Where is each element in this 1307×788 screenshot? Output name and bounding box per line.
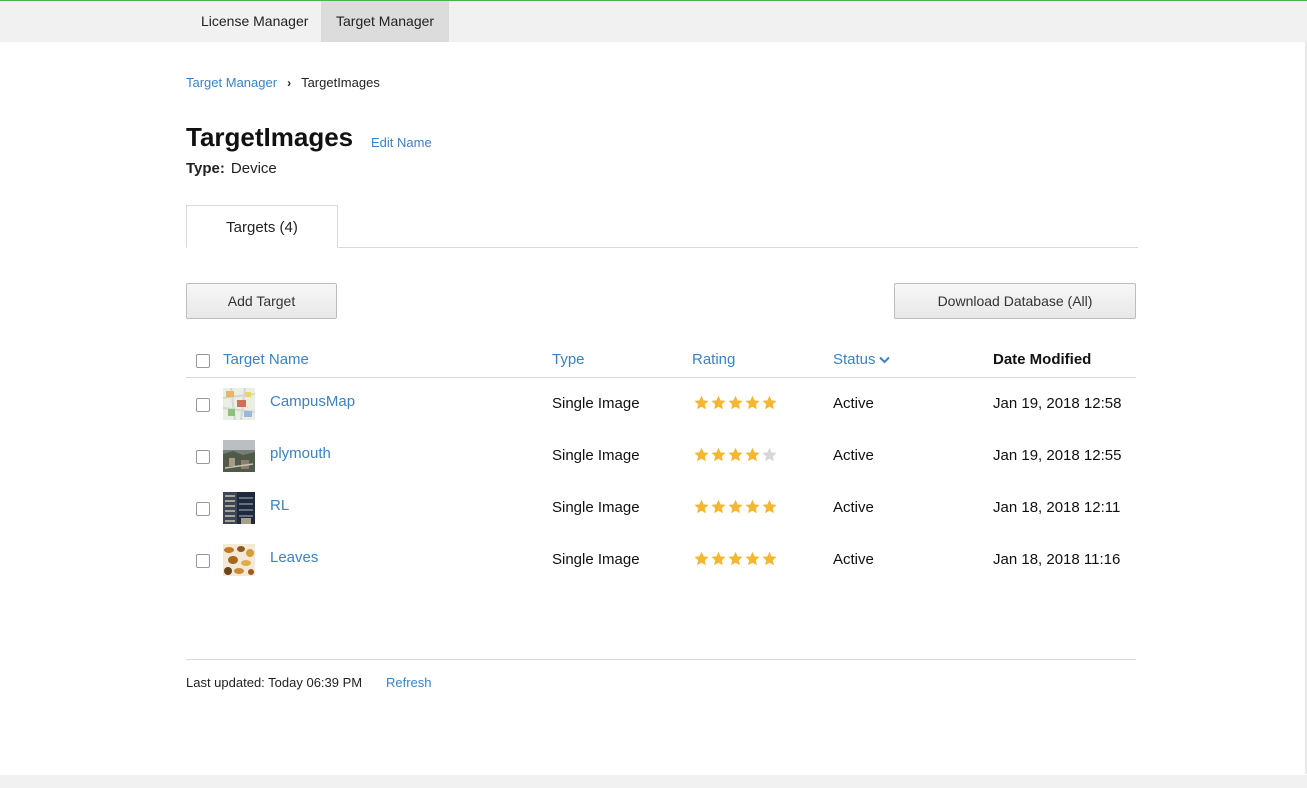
star-filled-icon [762, 395, 777, 410]
column-header-target-name[interactable]: Target Name [223, 351, 309, 368]
target-date-modified: Jan 19, 2018 12:55 [993, 447, 1122, 464]
star-filled-icon [694, 499, 709, 514]
target-status: Active [833, 395, 874, 412]
star-filled-icon [728, 447, 743, 462]
target-name-link[interactable]: plymouth [270, 445, 331, 462]
star-filled-icon [728, 499, 743, 514]
rating-stars [693, 395, 778, 411]
row-checkbox[interactable] [196, 398, 210, 412]
tab-targets[interactable]: Targets (4) [186, 205, 338, 248]
last-updated-text: Last updated: Today 06:39 PM [186, 675, 363, 690]
type-value: Device [230, 160, 277, 177]
top-navigation: License Manager Target Manager [0, 1, 1307, 42]
table-header: Target Name Type Rating Status Date Modi… [186, 342, 1136, 378]
rating-stars [693, 447, 778, 463]
column-header-rating[interactable]: Rating [692, 351, 735, 368]
table-row: RL Single Image Active Jan 18, 2018 12:1… [186, 482, 1136, 534]
target-date-modified: Jan 19, 2018 12:58 [993, 395, 1122, 412]
nav-tab-target-manager[interactable]: Target Manager [321, 1, 450, 42]
target-date-modified: Jan 18, 2018 11:16 [993, 551, 1121, 568]
star-filled-icon [711, 395, 726, 410]
star-filled-icon [762, 551, 777, 566]
target-date-modified: Jan 18, 2018 12:11 [993, 499, 1121, 516]
target-type: Single Image [552, 395, 640, 412]
footer-divider [186, 659, 1136, 660]
rating-stars [693, 499, 778, 515]
breadcrumb-link-target-manager[interactable]: Target Manager [186, 75, 277, 90]
bottom-bar [0, 775, 1307, 788]
target-type: Single Image [552, 551, 640, 568]
star-filled-icon [711, 447, 726, 462]
target-status: Active [833, 447, 874, 464]
targets-table: Target Name Type Rating Status Date Modi… [186, 342, 1136, 586]
star-filled-icon [728, 551, 743, 566]
target-status: Active [833, 499, 874, 516]
star-filled-icon [745, 499, 760, 514]
star-filled-icon [711, 551, 726, 566]
nav-tab-license-manager[interactable]: License Manager [186, 1, 323, 42]
rating-stars [693, 551, 778, 567]
row-checkbox[interactable] [196, 450, 210, 464]
star-filled-icon [728, 395, 743, 410]
plymouth-thumbnail[interactable] [223, 440, 255, 472]
star-empty-icon [762, 447, 777, 462]
table-row: Leaves Single Image Active Jan 18, 2018 … [186, 534, 1136, 586]
table-row: CampusMap Single Image Active Jan 19, 20… [186, 378, 1136, 430]
column-header-type[interactable]: Type [552, 351, 585, 368]
download-database-button[interactable]: Download Database (All) [894, 283, 1136, 319]
database-type: Type: Device [186, 160, 277, 177]
star-filled-icon [694, 551, 709, 566]
target-type: Single Image [552, 499, 640, 516]
column-header-status-label: Status [833, 351, 876, 368]
star-filled-icon [762, 499, 777, 514]
target-type: Single Image [552, 447, 640, 464]
target-name-link[interactable]: RL [270, 497, 289, 514]
column-header-date-modified: Date Modified [993, 351, 1092, 368]
star-filled-icon [711, 499, 726, 514]
breadcrumb-separator: › [287, 75, 292, 90]
star-filled-icon [745, 447, 760, 462]
star-filled-icon [745, 551, 760, 566]
chevron-down-icon [878, 356, 890, 364]
leaves-thumbnail[interactable] [223, 544, 255, 576]
column-header-status[interactable]: Status [833, 351, 890, 368]
add-target-button[interactable]: Add Target [186, 283, 337, 319]
edit-name-link[interactable]: Edit Name [371, 135, 432, 150]
row-checkbox[interactable] [196, 502, 210, 516]
star-filled-icon [745, 395, 760, 410]
campusmap-thumbnail[interactable] [223, 388, 255, 420]
type-label: Type: [186, 160, 225, 177]
star-filled-icon [694, 447, 709, 462]
refresh-link[interactable]: Refresh [386, 675, 432, 690]
breadcrumb: Target Manager › TargetImages [186, 75, 380, 90]
select-all-checkbox[interactable] [196, 354, 210, 368]
rl-thumbnail[interactable] [223, 492, 255, 524]
target-status: Active [833, 551, 874, 568]
page-title: TargetImages [186, 122, 354, 152]
row-checkbox[interactable] [196, 554, 210, 568]
star-filled-icon [694, 395, 709, 410]
breadcrumb-current: TargetImages [301, 75, 380, 90]
target-name-link[interactable]: Leaves [270, 549, 318, 566]
target-name-link[interactable]: CampusMap [270, 393, 355, 410]
table-row: plymouth Single Image Active Jan 19, 201… [186, 430, 1136, 482]
